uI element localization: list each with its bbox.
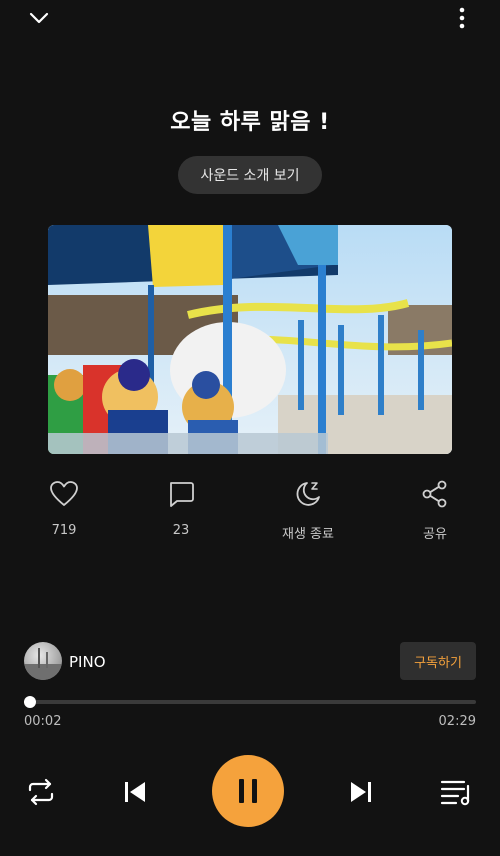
- sleep-timer-icon: [292, 478, 324, 510]
- playlist-button[interactable]: [438, 775, 474, 809]
- avatar[interactable]: [24, 642, 62, 680]
- subscribe-button[interactable]: 구독하기: [400, 642, 476, 680]
- current-time: 00:02: [24, 714, 62, 729]
- share-button[interactable]: 공유: [390, 478, 480, 542]
- action-row: 719 23 재생 종료 공유: [0, 478, 500, 548]
- share-label: 공유: [423, 527, 447, 542]
- pause-icon: [239, 779, 257, 803]
- comment-button[interactable]: 23: [136, 478, 226, 538]
- playlist-icon: [440, 780, 470, 806]
- repeat-icon: [28, 778, 54, 806]
- repeat-button[interactable]: [24, 775, 58, 809]
- share-icon: [419, 478, 451, 510]
- collapse-button[interactable]: [24, 4, 54, 32]
- heart-icon: [48, 478, 80, 510]
- comment-count: 23: [172, 523, 190, 538]
- sleep-timer-button[interactable]: 재생 종료: [263, 478, 353, 542]
- like-count: 719: [51, 523, 77, 538]
- comment-icon: [165, 478, 197, 510]
- channel-name[interactable]: PINO: [69, 653, 106, 671]
- like-button[interactable]: 719: [19, 478, 109, 538]
- chevron-down-icon: [29, 12, 49, 24]
- more-vertical-icon: [459, 7, 465, 29]
- top-bar: [0, 0, 500, 36]
- skip-previous-icon: [125, 782, 145, 802]
- track-title: 오늘 하루 맑음 !: [170, 110, 330, 135]
- playback-controls: [0, 755, 500, 827]
- progress-bar[interactable]: [24, 696, 476, 708]
- sound-intro-button[interactable]: 사운드 소개 보기: [178, 156, 322, 194]
- cover-image: [48, 225, 452, 454]
- total-time: 02:29: [438, 714, 476, 729]
- previous-button[interactable]: [118, 775, 152, 809]
- pause-button[interactable]: [212, 755, 284, 827]
- next-button[interactable]: [344, 775, 378, 809]
- skip-next-icon: [351, 782, 371, 802]
- channel-row: PINO 구독하기: [24, 642, 476, 682]
- progress-knob[interactable]: [24, 696, 37, 708]
- more-options-button[interactable]: [448, 4, 476, 32]
- sleep-timer-label: 재생 종료: [282, 527, 334, 542]
